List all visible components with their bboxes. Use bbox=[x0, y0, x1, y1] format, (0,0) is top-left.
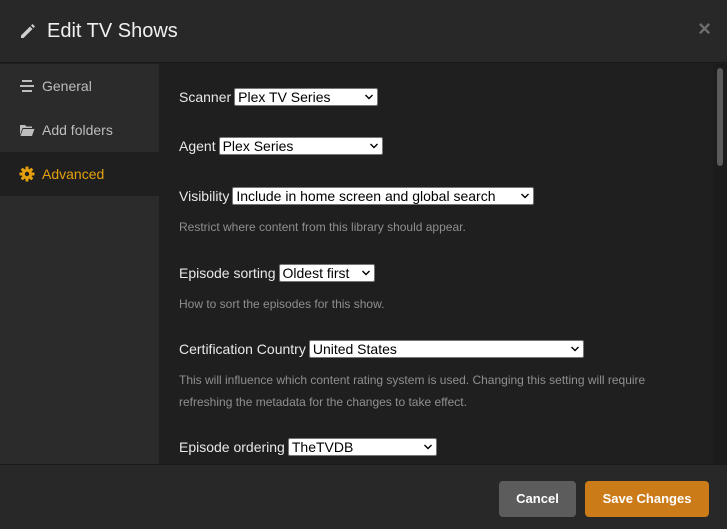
chevron-down-icon bbox=[423, 444, 432, 450]
episode-ordering-value: TheTVDB bbox=[291, 439, 354, 456]
visibility-hint: Restrict where content from this library… bbox=[179, 220, 466, 234]
agent-field: Agent Plex Series bbox=[179, 137, 383, 156]
scanner-label: Scanner bbox=[179, 89, 232, 106]
episode-ordering-select[interactable]: TheTVDB bbox=[287, 438, 437, 457]
visibility-select[interactable]: Include in home screen and global search bbox=[232, 187, 535, 206]
episode-sorting-label: Episode sorting bbox=[179, 265, 276, 282]
list-icon bbox=[20, 80, 34, 92]
certification-country-field: Certification Country United States bbox=[179, 340, 584, 359]
dialog-title: Edit TV Shows bbox=[47, 20, 178, 42]
chevron-down-icon bbox=[521, 193, 530, 199]
visibility-value: Include in home screen and global search bbox=[236, 188, 496, 205]
agent-value: Plex Series bbox=[222, 138, 294, 155]
chevron-down-icon bbox=[570, 346, 579, 352]
scanner-field: Scanner Plex TV Series bbox=[179, 88, 379, 107]
cancel-button[interactable]: Cancel bbox=[499, 481, 576, 517]
dialog-header: Edit TV Shows × bbox=[0, 0, 727, 63]
certification-country-hint-line1: This will influence which content rating… bbox=[179, 373, 646, 387]
close-icon[interactable]: × bbox=[698, 18, 711, 40]
scrollbar-thumb[interactable] bbox=[717, 68, 723, 166]
dialog-footer: Cancel Save Changes bbox=[0, 464, 727, 529]
sidebar-item-general[interactable]: General bbox=[0, 64, 159, 108]
episode-ordering-field: Episode ordering TheTVDB bbox=[179, 438, 437, 457]
agent-select[interactable]: Plex Series bbox=[218, 137, 383, 156]
episode-sorting-select[interactable]: Oldest first bbox=[278, 264, 375, 283]
gear-icon bbox=[19, 166, 35, 182]
certification-country-select[interactable]: United States bbox=[308, 340, 584, 359]
scanner-select[interactable]: Plex TV Series bbox=[234, 88, 379, 107]
certification-country-label: Certification Country bbox=[179, 341, 306, 358]
visibility-label: Visibility bbox=[179, 188, 230, 205]
sidebar-item-label: General bbox=[42, 78, 92, 94]
certification-country-value: United States bbox=[312, 341, 397, 358]
visibility-field: Visibility Include in home screen and glo… bbox=[179, 187, 535, 206]
chevron-down-icon bbox=[369, 143, 378, 149]
scanner-value: Plex TV Series bbox=[238, 89, 331, 106]
scrollbar[interactable] bbox=[713, 64, 727, 464]
chevron-down-icon bbox=[365, 94, 374, 100]
save-changes-button[interactable]: Save Changes bbox=[585, 481, 709, 517]
pencil-icon bbox=[21, 24, 35, 38]
episode-ordering-label: Episode ordering bbox=[179, 439, 285, 456]
sidebar-item-label: Advanced bbox=[42, 166, 105, 182]
agent-label: Agent bbox=[179, 138, 216, 155]
certification-country-hint-line2: refreshing the metadata for the changes … bbox=[179, 395, 467, 409]
episode-sorting-hint: How to sort the episodes for this show. bbox=[179, 297, 385, 311]
sidebar-item-advanced[interactable]: Advanced bbox=[0, 152, 159, 196]
chevron-down-icon bbox=[361, 270, 370, 276]
folder-icon bbox=[20, 125, 35, 136]
sidebar-item-label: Add folders bbox=[42, 122, 113, 138]
episode-sorting-field: Episode sorting Oldest first bbox=[179, 264, 375, 283]
episode-sorting-value: Oldest first bbox=[282, 265, 350, 282]
sidebar: General Add folders Advanced bbox=[0, 64, 159, 464]
sidebar-item-add-folders[interactable]: Add folders bbox=[0, 108, 159, 152]
settings-panel: Scanner Plex TV Series Agent Plex Series V… bbox=[159, 64, 727, 464]
